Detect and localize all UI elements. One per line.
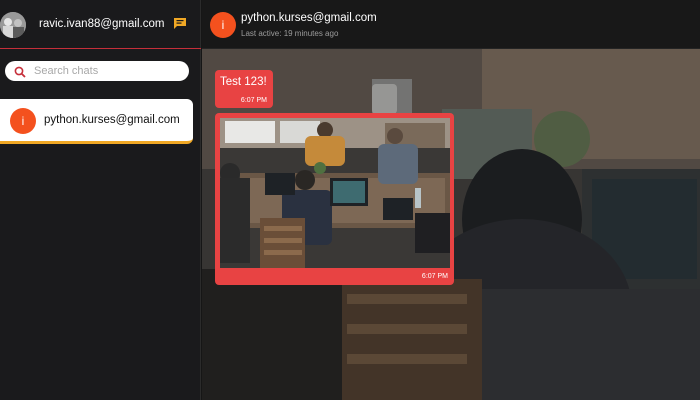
- last-active-status: Last active: 19 minutes ago: [241, 29, 339, 38]
- chat-partner-avatar: i: [210, 12, 236, 38]
- chat-panel: i python.kurses@gmail.com Last active: 1…: [202, 0, 700, 400]
- image-message-bubble[interactable]: 6:07 PM: [215, 113, 454, 285]
- contact-item[interactable]: i python.kurses@gmail.com: [0, 99, 193, 144]
- chat-header: i python.kurses@gmail.com Last active: 1…: [202, 0, 700, 49]
- chat-partner-name: python.kurses@gmail.com: [241, 12, 377, 24]
- sidebar-header: ravic.ivan88@gmail.com: [0, 0, 201, 49]
- user-avatar[interactable]: [0, 12, 26, 38]
- search-icon: [14, 65, 26, 78]
- contact-avatar: i: [10, 108, 36, 134]
- message-text: Test 123!: [220, 76, 267, 88]
- message-timestamp: 6:07 PM: [421, 273, 448, 280]
- sidebar: ravic.ivan88@gmail.com i python.kurses@g…: [0, 0, 201, 400]
- chat-bubble-icon[interactable]: [173, 17, 187, 30]
- search-input[interactable]: [34, 63, 184, 79]
- message-photo[interactable]: [220, 118, 450, 268]
- message-timestamp: 6:07 PM: [240, 97, 267, 104]
- account-email: ravic.ivan88@gmail.com: [39, 18, 165, 30]
- message-bubble[interactable]: Test 123! 6:07 PM: [215, 70, 273, 108]
- search-box: [5, 61, 189, 81]
- contact-email: python.kurses@gmail.com: [44, 114, 180, 126]
